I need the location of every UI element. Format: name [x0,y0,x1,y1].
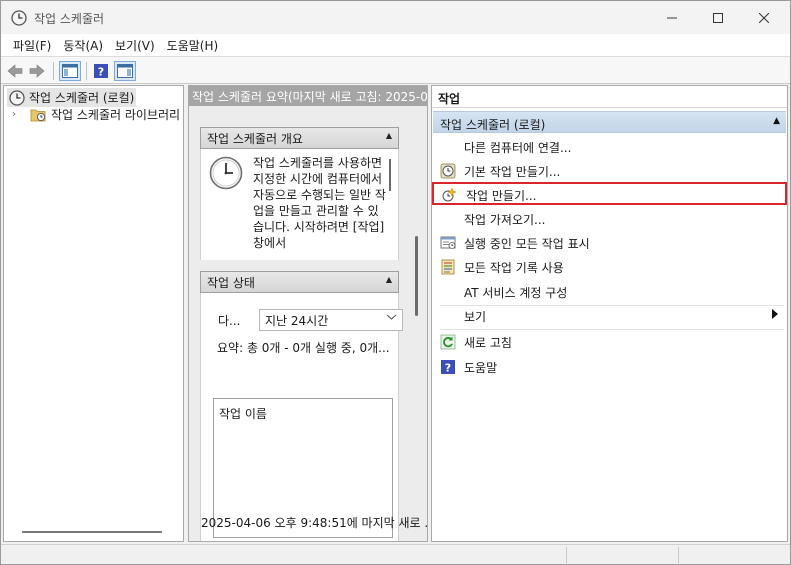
toolbar: ? [1,56,790,84]
menu-bar: 파일(F) 동작(A) 보기(V) 도움말(H) [1,34,790,56]
action-label: 기본 작업 만들기... [464,165,561,179]
submenu-arrow-icon [772,309,778,322]
chevron-right-icon[interactable]: › [12,109,24,120]
tree-node-task-scheduler-library[interactable]: › 작업 스케줄러 라이브러리 [12,106,180,123]
summary-scrollbar[interactable] [415,236,418,316]
action-label: 다른 컴퓨터에 연결... [464,141,572,155]
action-connect-computer[interactable]: 다른 컴퓨터에 연결... [433,135,786,158]
forward-arrow-icon[interactable] [28,61,46,81]
task-scheduler-window: 작업 스케줄러 파일(F) 동작(A) 보기(V) 도움말(H) ? 작업 스케… [0,0,791,565]
tree-node-label: 작업 스케줄러 (로컬) [29,91,135,105]
overview-scrollbar[interactable] [389,159,391,191]
status-bar-divider [678,547,679,563]
action-label: AT 서비스 계정 구성 [464,286,568,300]
clock-app-icon [11,10,27,26]
task-name-column-header[interactable]: 작업 이름 [219,405,267,422]
window-title: 작업 스케줄러 [34,12,105,26]
menu-action[interactable]: 동작(A) [57,37,109,54]
overview-description: 작업 스케줄러를 사용하면 지정한 시간에 컴퓨터에서 자동으로 수행되는 일반… [253,156,386,250]
create-task-icon [441,187,457,203]
running-tasks-icon [440,235,456,251]
toolbar-separator [86,62,87,80]
summary-pane: 작업 스케줄러 요약(마지막 새로 고침: 2025-0 작업 스케줄러 개요 … [188,85,428,542]
collapse-icon[interactable]: ▲ [386,275,392,284]
actions-group-task-scheduler-local[interactable]: 작업 스케줄러 (로컬) ▲ [433,111,786,133]
last-refresh-footer: 2025-04-06 오후 9:48:51에 마지막 새로 ... [201,516,428,530]
collapse-icon[interactable]: ▲ [386,131,392,140]
tree-node-label: 작업 스케줄러 라이브러리 [51,108,181,122]
action-enable-all-task-history[interactable]: 모든 작업 기록 사용 [433,255,786,278]
chevron-down-icon [386,313,397,324]
actions-pane: 작업 작업 스케줄러 (로컬) ▲ 다른 컴퓨터에 연결... 기본 작업 만들… [431,85,788,542]
clock-icon [209,156,243,193]
actions-header: 작업 [432,86,787,108]
action-display-running-tasks[interactable]: 실행 중인 모든 작업 표시 [433,231,786,254]
overview-section-title: 작업 스케줄러 개요 [207,131,303,146]
close-button[interactable] [741,1,787,34]
action-import-task[interactable]: 작업 가져오기... [433,207,786,230]
menu-help[interactable]: 도움말(H) [161,37,225,54]
show-hide-console-tree-icon[interactable] [59,61,81,81]
horizontal-scrollbar[interactable] [22,531,162,533]
clock-icon [9,89,25,106]
status-summary: 요약: 총 0개 - 0개 실행 중, 0개... [217,341,390,355]
status-period-value: 지난 24시간 [265,314,329,328]
tree-node-task-scheduler-local[interactable]: 작업 스케줄러 (로컬) [7,88,137,107]
status-bar-divider [566,547,567,563]
history-icon [440,259,456,275]
summary-content: 작업 스케줄러 개요 ▲ 작업 스케줄러를 사용하면 지정한 시간에 컴퓨터에서… [189,106,427,541]
toolbar-separator [53,62,54,80]
action-label: 도움말 [464,361,498,375]
action-label: 모든 작업 기록 사용 [464,261,564,275]
overview-section-body: 작업 스케줄러를 사용하면 지정한 시간에 컴퓨터에서 자동으로 수행되는 일반… [200,149,399,260]
action-label: 작업 가져오기... [464,213,546,227]
action-help[interactable]: ? 도움말 [433,355,786,378]
svg-text:?: ? [445,362,451,375]
task-status-section-title: 작업 상태 [207,275,255,290]
task-status-section-header[interactable]: 작업 상태 ▲ [200,271,399,293]
action-refresh[interactable]: 새로 고침 [433,330,786,353]
status-bar [1,544,790,564]
console-tree-pane: 작업 스케줄러 (로컬) › 작업 스케줄러 라이브러리 [3,85,184,542]
summary-header: 작업 스케줄러 요약(마지막 새로 고침: 2025-0 [189,86,427,106]
menu-file[interactable]: 파일(F) [7,37,57,54]
refresh-icon [440,334,456,350]
status-period-dropdown[interactable]: 지난 24시간 [259,309,403,331]
collapse-icon[interactable]: ▲ [773,116,780,126]
action-label: 실행 중인 모든 작업 표시 [464,237,590,251]
action-create-basic-task[interactable]: 기본 작업 만들기... [433,159,786,182]
action-label: 새로 고침 [464,336,512,350]
help-icon: ? [440,359,456,375]
help-icon[interactable]: ? [92,61,110,81]
show-hide-action-pane-icon[interactable] [114,61,136,81]
minimize-button[interactable] [649,1,695,34]
svg-text:?: ? [98,66,104,79]
action-label: 작업 만들기... [466,189,537,203]
clock-icon [440,163,456,179]
menu-view[interactable]: 보기(V) [109,37,161,54]
status-filter-label: 다... [218,314,241,328]
action-create-task[interactable]: 작업 만들기... [432,182,787,205]
title-bar: 작업 스케줄러 [1,1,790,34]
actions-group-label: 작업 스케줄러 (로컬) [440,118,546,132]
action-at-service-account[interactable]: AT 서비스 계정 구성 [433,280,786,303]
action-view-menu[interactable]: 보기 [433,304,786,327]
overview-section-header[interactable]: 작업 스케줄러 개요 ▲ [200,127,399,149]
folder-clock-icon [30,107,46,122]
back-arrow-icon[interactable] [6,61,24,81]
maximize-button[interactable] [695,1,741,34]
action-label: 보기 [464,310,487,324]
